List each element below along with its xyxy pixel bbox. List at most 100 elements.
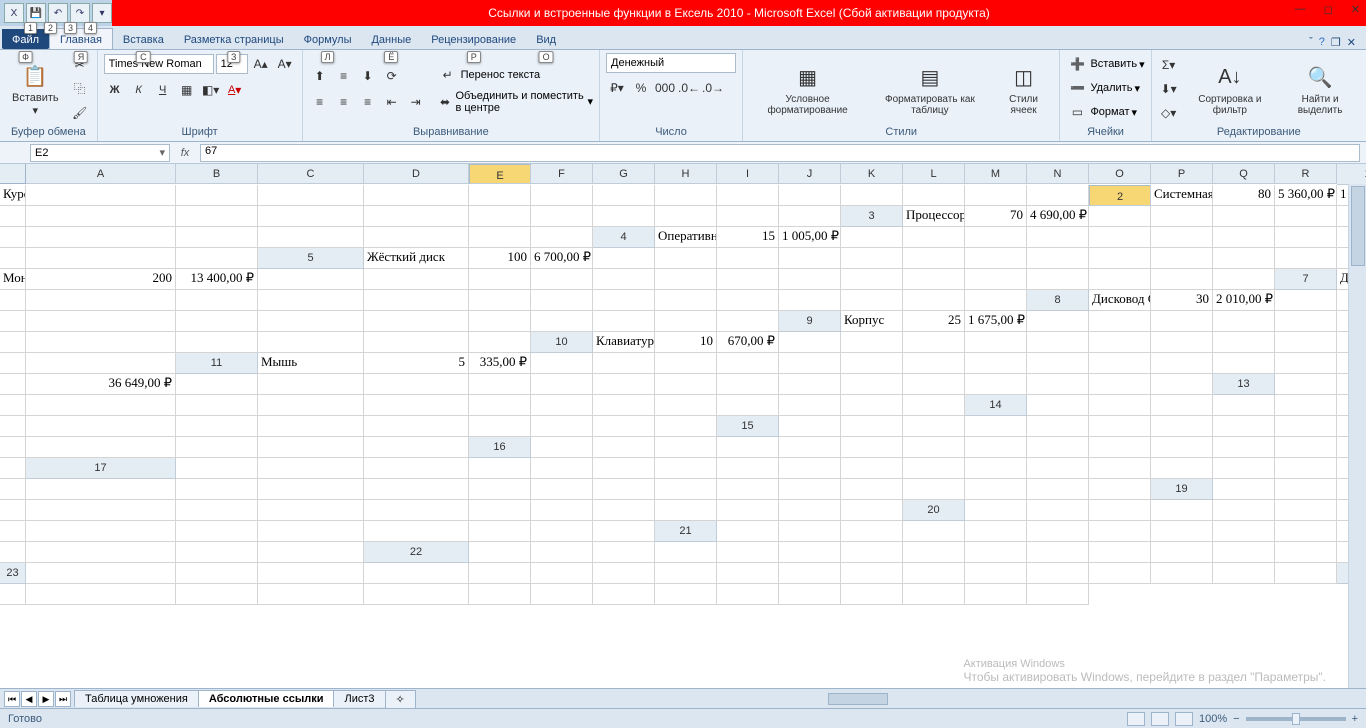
cell[interactable] [258, 290, 364, 311]
cell[interactable] [364, 563, 469, 584]
cell[interactable] [717, 437, 779, 458]
cell[interactable] [1275, 563, 1337, 584]
column-header[interactable]: H [655, 164, 717, 184]
cell[interactable] [469, 374, 531, 395]
cell[interactable] [903, 227, 965, 248]
cell[interactable]: 80 [1213, 185, 1275, 206]
cell[interactable] [1151, 416, 1213, 437]
cell[interactable] [655, 269, 717, 290]
cell[interactable] [258, 479, 364, 500]
format-cells-button[interactable]: ▭Формат▾ [1066, 101, 1137, 123]
format-painter-icon[interactable]: 🖌 [69, 102, 91, 124]
cell[interactable] [364, 290, 469, 311]
cell[interactable] [841, 542, 903, 563]
cell[interactable] [364, 374, 469, 395]
cell[interactable] [779, 353, 841, 374]
underline-button[interactable]: Ч [152, 79, 174, 101]
qat-undo-icon[interactable]: ↶ [48, 3, 68, 23]
cell[interactable] [841, 248, 903, 269]
cell[interactable] [531, 374, 593, 395]
cell[interactable] [655, 479, 717, 500]
cell[interactable] [965, 374, 1027, 395]
cell[interactable] [0, 290, 26, 311]
close-workbook-icon[interactable]: ✕ [1347, 36, 1356, 49]
cell[interactable] [1151, 227, 1213, 248]
maximize-icon[interactable]: ◻ [1324, 3, 1333, 16]
sheet-nav-next-icon[interactable]: ▶ [38, 691, 54, 707]
sheet-tab[interactable]: Лист3 [333, 690, 385, 707]
align-middle-icon[interactable]: ≡ [333, 65, 355, 87]
font-name-select[interactable] [104, 54, 214, 74]
cell[interactable] [1275, 290, 1337, 311]
cell[interactable] [1027, 269, 1089, 290]
cell[interactable] [717, 248, 779, 269]
cell[interactable] [841, 521, 903, 542]
cell[interactable] [258, 227, 364, 248]
cell[interactable] [1027, 227, 1089, 248]
row-header[interactable]: 16 [469, 437, 531, 458]
cell[interactable] [26, 542, 176, 563]
cell[interactable] [1027, 437, 1089, 458]
cell[interactable] [717, 563, 779, 584]
row-header[interactable]: 10 [531, 332, 593, 353]
cell[interactable] [655, 458, 717, 479]
comma-icon[interactable]: 000 [654, 77, 676, 99]
cell[interactable] [841, 395, 903, 416]
cell[interactable] [26, 584, 176, 605]
cell[interactable]: Монитор [0, 269, 26, 290]
restore-window-icon[interactable]: ❐ [1331, 36, 1341, 49]
cell[interactable] [593, 416, 655, 437]
cell[interactable] [1213, 479, 1275, 500]
cell[interactable] [903, 332, 965, 353]
cell[interactable]: Оперативная память [655, 227, 717, 248]
cell[interactable] [26, 437, 176, 458]
row-header[interactable]: 22 [364, 542, 469, 563]
row-header[interactable]: 14 [965, 395, 1027, 416]
zoom-in-icon[interactable]: + [1352, 713, 1358, 725]
cell[interactable] [965, 479, 1027, 500]
cell[interactable] [469, 479, 531, 500]
cell[interactable] [779, 395, 841, 416]
decrease-indent-icon[interactable]: ⇤ [381, 91, 403, 113]
cell[interactable] [965, 248, 1027, 269]
excel-icon[interactable]: X [4, 3, 24, 23]
help-icon[interactable]: ? [1319, 36, 1325, 49]
cell[interactable] [26, 353, 176, 374]
cell[interactable]: 2 010,00 ₽ [1213, 290, 1275, 311]
percent-icon[interactable]: % [630, 77, 652, 99]
cell[interactable] [841, 290, 903, 311]
cell[interactable] [531, 563, 593, 584]
cell[interactable]: 5 360,00 ₽ [1275, 185, 1337, 206]
cell[interactable] [531, 542, 593, 563]
cell[interactable] [531, 416, 593, 437]
cell[interactable] [655, 395, 717, 416]
cell[interactable] [176, 227, 258, 248]
cell[interactable] [0, 437, 26, 458]
cell[interactable] [965, 332, 1027, 353]
cell[interactable] [1027, 395, 1089, 416]
cell[interactable] [531, 353, 593, 374]
cell[interactable] [0, 248, 26, 269]
cell[interactable] [593, 248, 655, 269]
cell[interactable] [1275, 500, 1337, 521]
cell[interactable] [965, 521, 1027, 542]
formula-input[interactable]: 67 [200, 144, 1360, 162]
cell[interactable] [1275, 332, 1337, 353]
cell[interactable] [258, 206, 364, 227]
cell[interactable] [655, 206, 717, 227]
cell[interactable]: Жёсткий диск [364, 248, 469, 269]
row-header[interactable]: 7 [1275, 269, 1337, 290]
zoom-level[interactable]: 100% [1199, 713, 1227, 725]
cell[interactable] [903, 395, 965, 416]
cell[interactable] [1151, 563, 1213, 584]
cell[interactable]: Мышь [258, 353, 364, 374]
cell[interactable]: 670,00 ₽ [717, 332, 779, 353]
cell[interactable] [903, 521, 965, 542]
cell[interactable] [1275, 311, 1337, 332]
vertical-scrollbar[interactable] [1348, 184, 1366, 688]
fill-icon[interactable]: ⬇▾ [1158, 78, 1180, 100]
cell[interactable] [717, 206, 779, 227]
cell[interactable] [26, 206, 176, 227]
cell[interactable] [1213, 437, 1275, 458]
cell[interactable] [364, 500, 469, 521]
